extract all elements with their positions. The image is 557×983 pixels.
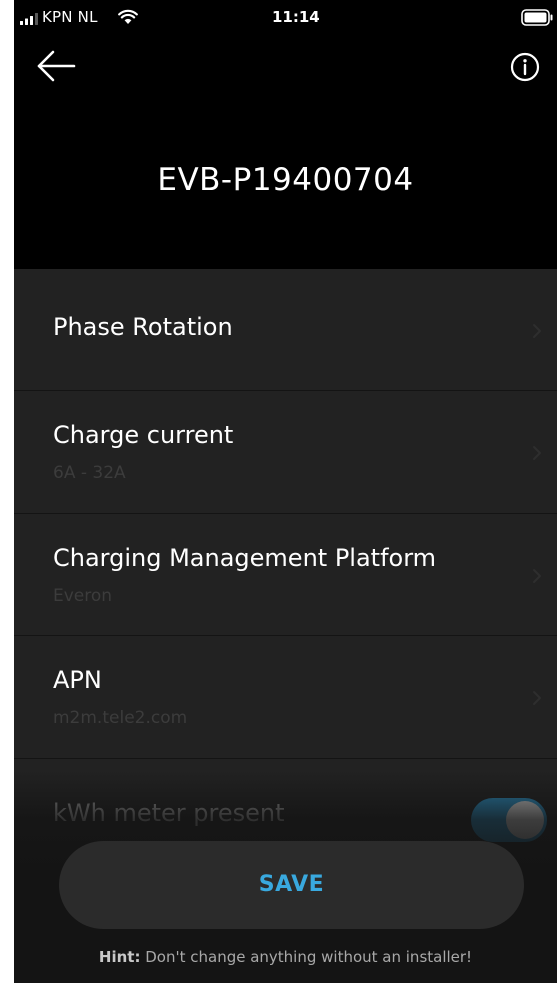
page-title: EVB-P19400704 bbox=[157, 162, 414, 198]
info-icon[interactable] bbox=[510, 52, 540, 82]
status-bar: KPN NL 11:14 bbox=[14, 0, 557, 36]
item-label: Charging Management Platform bbox=[53, 544, 437, 572]
toggle-knob bbox=[506, 801, 544, 839]
item-label: kWh meter present bbox=[53, 799, 285, 827]
back-arrow-icon[interactable] bbox=[36, 50, 76, 82]
wifi-icon bbox=[118, 9, 138, 24]
hint-prefix: Hint: bbox=[98, 948, 141, 966]
kwh-meter-toggle[interactable] bbox=[471, 798, 547, 842]
chevron-right-icon bbox=[533, 324, 541, 338]
item-sublabel: Everon bbox=[53, 586, 113, 606]
item-sublabel: m2m.tele2.com bbox=[53, 708, 188, 728]
chevron-right-icon bbox=[533, 446, 541, 460]
app-screen: KPN NL 11:14 EVB-P19400704 Phase Rotatio… bbox=[14, 0, 557, 983]
list-item-charge-current[interactable]: Charge current 6A - 32A bbox=[14, 391, 557, 514]
hint-text: Hint: Don't change anything without an i… bbox=[14, 948, 557, 966]
hint-message: Don't change anything without an install… bbox=[140, 948, 473, 966]
chevron-right-icon bbox=[533, 569, 541, 583]
save-button[interactable]: SAVE bbox=[59, 841, 524, 929]
signal-icon bbox=[20, 13, 38, 25]
battery-icon bbox=[521, 9, 553, 26]
list-item-charging-management-platform[interactable]: Charging Management Platform Everon bbox=[14, 514, 557, 636]
list-item-phase-rotation[interactable]: Phase Rotation bbox=[14, 269, 557, 391]
carrier-name: KPN NL bbox=[42, 8, 98, 26]
item-label: APN bbox=[53, 666, 102, 694]
list-item-apn[interactable]: APN m2m.tele2.com bbox=[14, 636, 557, 759]
chevron-right-icon bbox=[533, 691, 541, 705]
item-label: Phase Rotation bbox=[53, 313, 233, 341]
item-label: Charge current bbox=[53, 421, 234, 449]
status-time: 11:14 bbox=[272, 8, 320, 26]
item-sublabel: 6A - 32A bbox=[53, 463, 126, 483]
